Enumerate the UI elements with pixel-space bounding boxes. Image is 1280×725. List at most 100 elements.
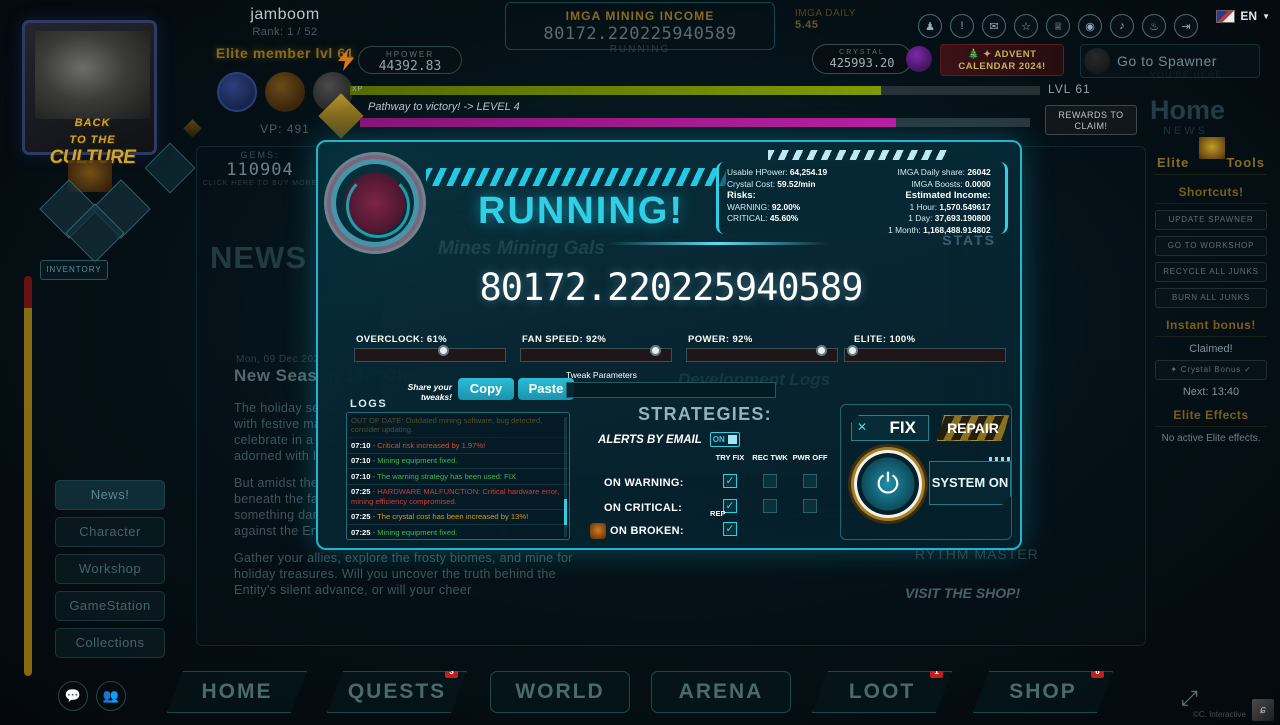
crystal-chip[interactable]: CRYSTAL 425993.20 [812, 44, 912, 74]
fullscreen-icon[interactable]: ⤢ [1181, 687, 1198, 711]
player-rank: Rank: 1 / 52 [252, 26, 318, 38]
warning-try-fix-checkbox[interactable]: ✓ [723, 474, 737, 488]
broken-rep-checkbox[interactable]: ✓ [723, 522, 737, 536]
instant-bonus-header: Instant bonus! [1155, 318, 1267, 337]
logs-list[interactable]: OUT OF DATE: Outdated mining software, b… [346, 412, 570, 540]
advent-calendar-button[interactable]: 🎄 ✦ ADVENT CALENDAR 2024! [940, 44, 1064, 76]
log-text: Mining equipment fixed. [377, 456, 458, 466]
logs-scrollbar[interactable] [564, 417, 567, 537]
coins-icon[interactable]: ◉ [1078, 14, 1102, 38]
imga-daily-value: 5.45 [795, 19, 819, 31]
divider [608, 242, 828, 245]
mail-icon[interactable]: ✉ [982, 14, 1006, 38]
info-icon[interactable]: ! [950, 14, 974, 38]
stat-critical: CRITICAL: 45.60% [727, 213, 857, 225]
logout-icon[interactable]: ⇥ [1174, 14, 1198, 38]
recycle-all-junks-button[interactable]: RECYCLE ALL JUNKS [1155, 262, 1267, 282]
crystal-bonus-button[interactable]: ✦ Crystal Bonus ✓ [1155, 360, 1267, 380]
hpower-label: HPOWER [386, 50, 434, 59]
badge-blue-icon[interactable] [217, 72, 257, 112]
stat-risks-header: Risks: [727, 190, 756, 201]
stat-value: 1,570.549617 [939, 201, 991, 212]
stat-value: 92.00% [771, 201, 801, 212]
chat-icon[interactable]: 💬 [58, 681, 88, 711]
stat-value: 45.60% [769, 213, 799, 223]
logs-panel: LOGS OUT OF DATE: Outdated mining softwa… [330, 398, 570, 542]
elite-effects-header: Elite Effects [1155, 408, 1267, 427]
wrench-icon: ✕ [857, 420, 868, 434]
trophy-icon[interactable]: ♕ [1046, 14, 1070, 38]
stat-value: 37,693.190800 [934, 213, 991, 223]
sidebar-item-news[interactable]: News! [55, 480, 165, 510]
power-slider[interactable] [686, 345, 838, 362]
sidebar-item-workshop[interactable]: Workshop [55, 554, 165, 584]
sound-icon[interactable]: ♪ [1110, 14, 1134, 38]
energy-bar [24, 276, 32, 676]
stat-label: WARNING: [727, 201, 770, 212]
nav-arena[interactable]: ARENA [651, 671, 791, 713]
logo-line-1: BACK [74, 117, 111, 129]
imga-daily-label: IMGA DAILY [795, 8, 856, 19]
log-row: 07:25 - HARDWARE MALFUNCTION: Critical h… [347, 485, 569, 510]
update-spawner-button[interactable]: UPDATE SPAWNER [1155, 210, 1267, 230]
log-time: 07:10 [351, 471, 371, 481]
nav-quests[interactable]: QUESTS 3 [327, 671, 467, 713]
log-text: HARDWARE MALFUNCTION: Critical hardware … [351, 487, 560, 506]
language-selector[interactable]: EN ▼ [1216, 9, 1270, 23]
nav-arena-label: ARENA [678, 680, 764, 703]
nav-loot-label: LOOT [848, 680, 916, 703]
language-code: EN [1240, 9, 1258, 23]
log-row: 07:10 - Mining equipment fixed. [347, 454, 569, 470]
repair-button[interactable]: REPAIR [937, 415, 1009, 441]
news-watermark: NEWS [210, 240, 307, 275]
hpower-chip[interactable]: HPOWER 44392.83 [358, 46, 462, 74]
friends-icon[interactable]: 👥 [96, 681, 126, 711]
system-on-button[interactable]: SYSTEM ON [929, 461, 1011, 505]
badge-gold-icon[interactable] [265, 72, 305, 112]
crystal-label: CRYSTAL [839, 49, 885, 56]
warning-rec-twk-checkbox[interactable]: ✓ [763, 474, 777, 488]
rewards-to-claim-button[interactable]: REWARDS TO CLAIM! [1045, 105, 1137, 135]
sidebar-item-character[interactable]: Character [55, 517, 165, 547]
inventory-button[interactable]: INVENTORY [40, 260, 108, 280]
fan-speed-slider[interactable] [520, 345, 672, 362]
copy-button[interactable]: Copy [458, 378, 514, 400]
visit-shop-link[interactable]: VISIT THE SHOP! [905, 585, 1020, 601]
gems-panel[interactable]: GEMS: 110904 CLICK HERE TO BUY MORE [185, 150, 335, 196]
power-toggle-icon[interactable] [857, 453, 919, 515]
alerts-by-email-toggle[interactable]: ON [709, 432, 740, 447]
go-to-spawner-button[interactable]: Go to Spawner [1080, 44, 1260, 78]
overclock-slider[interactable] [354, 345, 506, 362]
critical-pwr-off-checkbox[interactable]: ✓ [803, 499, 817, 513]
elite-slider[interactable] [844, 345, 1006, 362]
sidebar-item-collections[interactable]: Collections [55, 628, 165, 658]
equipment-slots [39, 179, 151, 263]
nav-loot[interactable]: LOOT 1 [812, 671, 952, 713]
star-icon[interactable]: ☆ [1014, 14, 1038, 38]
imga-income-box: IMGA MINING INCOME 80172.220225940589 RU… [505, 2, 775, 55]
warning-pwr-off-checkbox[interactable]: ✓ [803, 474, 817, 488]
stat-usable-hpower: Usable HPower: 64,254.19 [727, 167, 857, 179]
bottom-nav: 💬 👥 HOME QUESTS 3 WORLD ARENA LOOT 1 SHO… [0, 659, 1280, 725]
on-critical-label: ON CRITICAL: [604, 502, 683, 514]
nav-shop[interactable]: SHOP 6 [973, 671, 1113, 713]
breadcrumb-home: Home [1150, 95, 1226, 125]
go-to-workshop-button[interactable]: GO TO WORKSHOP [1155, 236, 1267, 256]
fire-icon[interactable]: ♨ [1142, 14, 1166, 38]
elite-label: ELITE: 100% [854, 334, 916, 345]
breadcrumb-news: NEWS [1163, 125, 1208, 137]
nav-world[interactable]: WORLD [490, 671, 630, 713]
hpower-bolt-icon [338, 49, 354, 71]
stat-label: Crystal Cost: [727, 178, 775, 189]
critical-rec-twk-checkbox[interactable]: ✓ [763, 499, 777, 513]
tweak-parameters-input[interactable] [566, 382, 776, 398]
burn-all-junks-button[interactable]: BURN ALL JUNKS [1155, 288, 1267, 308]
player-name: jamboom [250, 6, 320, 23]
guild-icon[interactable]: ♟ [918, 14, 942, 38]
sidebar-item-gamestation[interactable]: GameStation [55, 591, 165, 621]
nav-home[interactable]: HOME [167, 671, 307, 713]
imga-income-title: IMGA MINING INCOME [565, 9, 715, 23]
stat-label: 1 Month: [888, 224, 921, 235]
pathway-progress-bar [360, 118, 1030, 127]
on-broken-label: ON BROKEN: [610, 525, 684, 537]
